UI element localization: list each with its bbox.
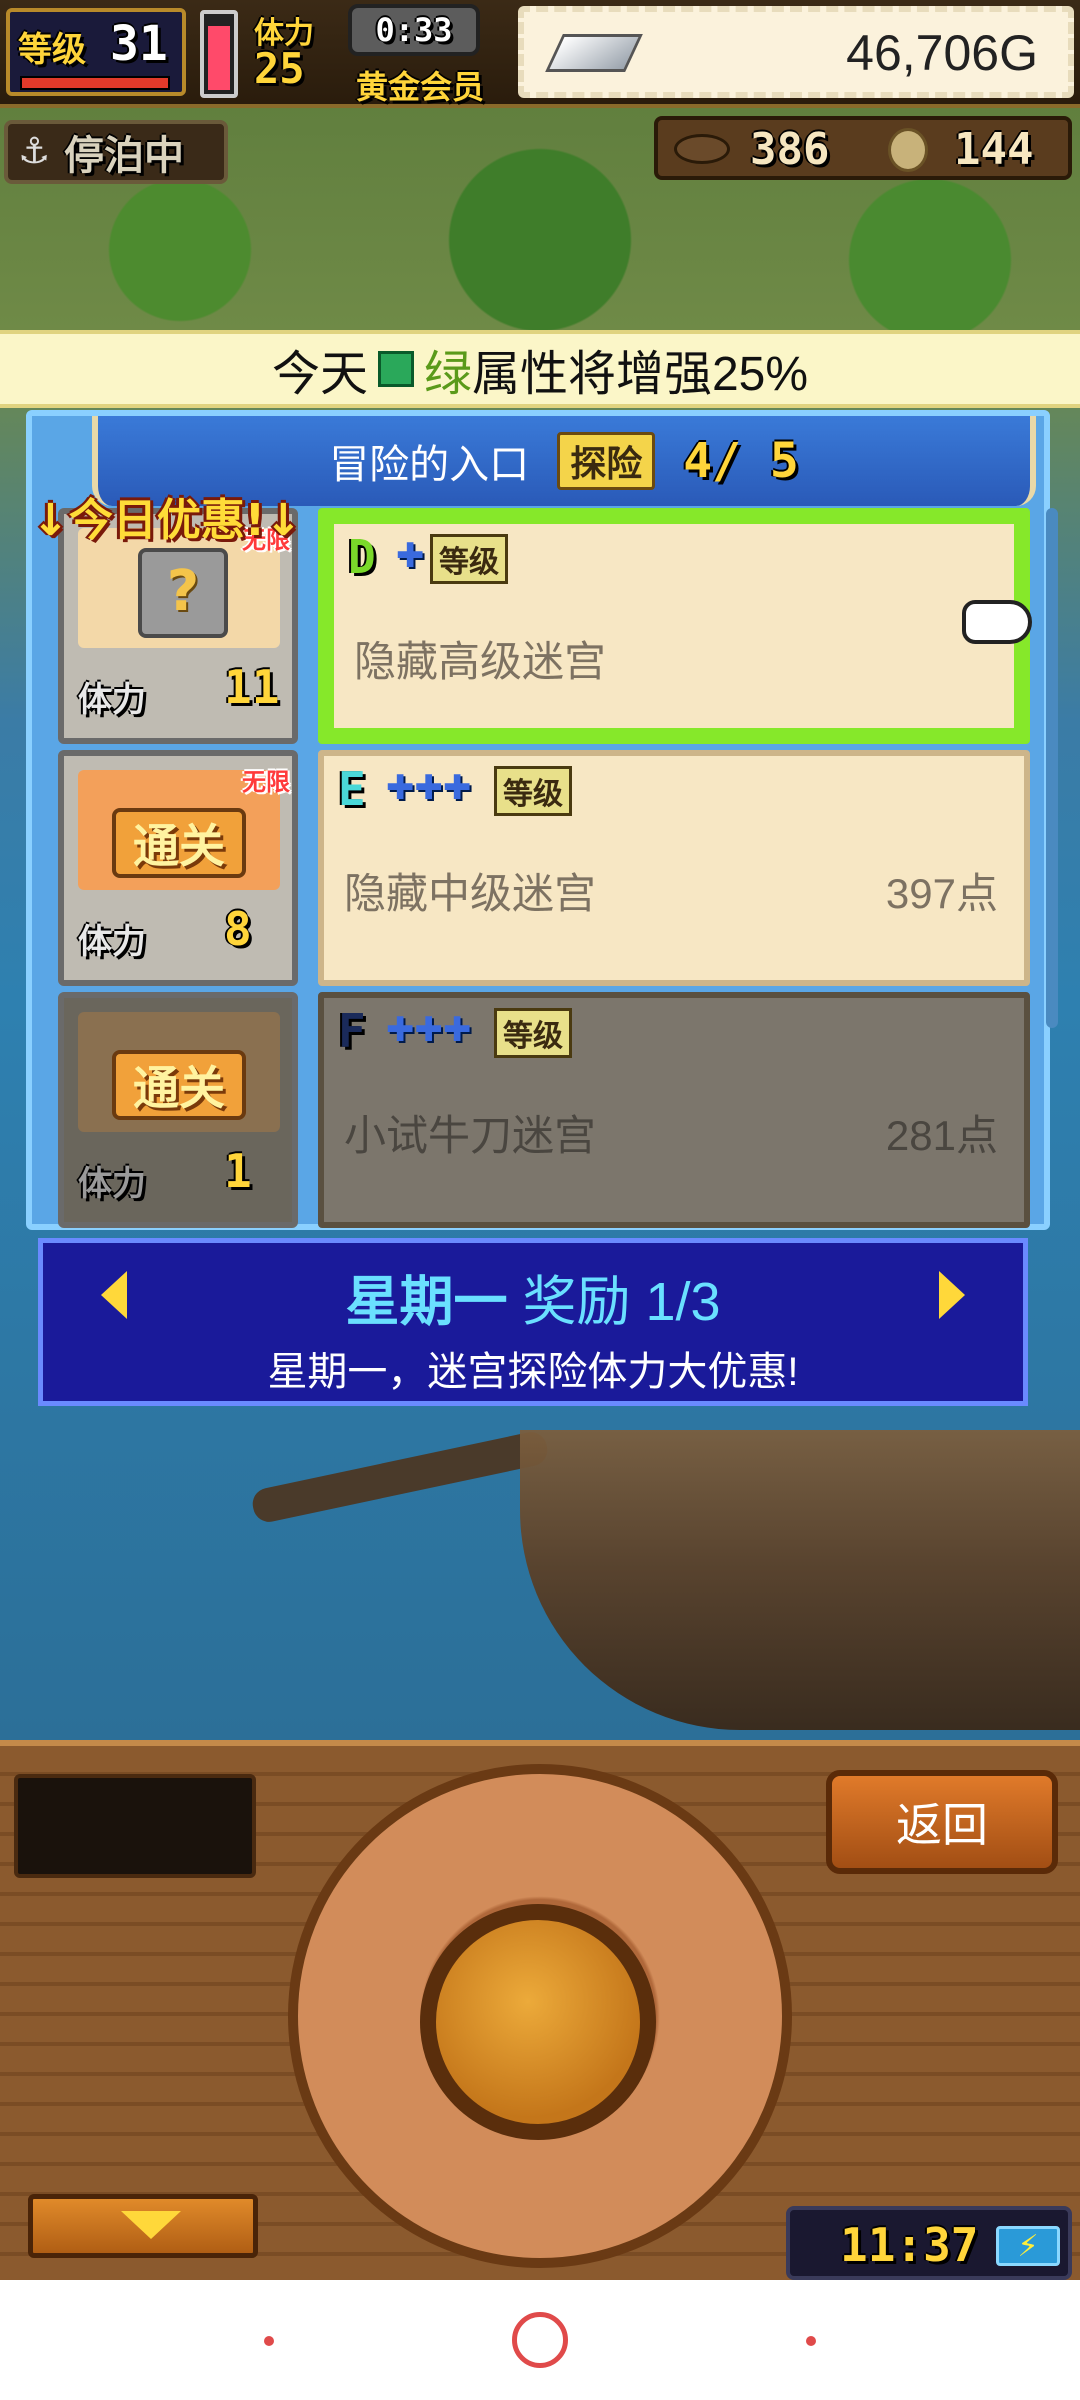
stamina-gauge xyxy=(200,10,238,98)
dungeon-info-box[interactable]: F ✚✚✚ 等级 小试牛刀迷宫 281点 xyxy=(318,992,1030,1228)
rank-plus-icons: ✚✚✚ xyxy=(386,768,472,808)
stamina-timer: 0:33 xyxy=(348,4,480,56)
dungeon-name: 小试牛刀迷宫 xyxy=(344,1112,597,1159)
rank-letter: F xyxy=(338,1004,366,1058)
dungeon-cost-box: 通关 无限 体力 8 xyxy=(58,750,298,986)
dungeon-row-beginner[interactable]: 通关 体力 1 F ✚✚✚ 等级 小试牛刀迷宫 281点 xyxy=(58,992,1042,1228)
rank-plus-icons: ✚ xyxy=(396,536,425,576)
medal-count: 144 xyxy=(954,124,1034,175)
fish-count: 386 xyxy=(750,124,830,175)
battery-charging-icon: ⚡ xyxy=(996,2226,1060,2266)
explore-count: 4/ 5 xyxy=(683,433,799,489)
clock-box: 11:37 ⚡ xyxy=(786,2206,1072,2280)
anchor-icon: ⚓ xyxy=(18,131,51,172)
pointer-hand-icon xyxy=(962,600,1032,644)
dungeon-info-box[interactable]: E ✚✚✚ 等级 隐藏中级迷宫 397点 xyxy=(318,750,1030,986)
bonus-suffix: 属性将增强25% xyxy=(471,348,809,401)
wooden-controller: 返回 11:37 ⚡ xyxy=(0,1740,1080,2280)
gold-amount: 46,706G xyxy=(846,25,1038,81)
dungeon-panel-title: 冒险的入口 xyxy=(329,443,530,487)
system-navigation-bar xyxy=(0,2280,1080,2400)
stamina-cost-label: 体力 xyxy=(78,680,146,720)
silver-bar-icon xyxy=(545,34,643,72)
resources-panel: 386 144 xyxy=(654,116,1072,180)
bonus-color-word: 绿 xyxy=(423,348,472,401)
stamina-cost-label: 体力 xyxy=(78,1164,146,1204)
level-progress-bar xyxy=(20,76,170,90)
unlimited-badge: 无限 xyxy=(242,768,290,796)
top-hud: 等级 31 体力 25 0:33 黄金会员 46,706G xyxy=(0,0,1080,108)
nav-back-button[interactable] xyxy=(806,2336,816,2346)
stamina-value: 25 xyxy=(254,44,305,93)
dungeon-points: 397点 xyxy=(885,870,998,917)
cleared-stamp: 通关 xyxy=(112,1050,246,1120)
dungeon-cost-box: 通关 体力 1 xyxy=(58,992,298,1228)
dpad-center-button[interactable] xyxy=(420,1904,656,2140)
reward-progress: 奖励 1/3 xyxy=(522,1272,721,1332)
reward-title: 星期一 奖励 1/3 xyxy=(43,1257,1023,1336)
fish-icon xyxy=(674,134,730,164)
rank-level-tag: 等级 xyxy=(430,534,508,584)
anchor-status[interactable]: ⚓ 停泊中 xyxy=(4,120,228,184)
anchor-status-label: 停泊中 xyxy=(64,133,184,179)
rank-plus-icons: ✚✚✚ xyxy=(386,1010,472,1050)
clock-value: 11:37 xyxy=(840,2218,979,2272)
scroll-down-button[interactable] xyxy=(28,2194,258,2258)
level-indicator: 等级 31 xyxy=(6,8,186,96)
gold-panel[interactable]: 46,706G xyxy=(518,6,1074,98)
stamina-cost-value: 8 xyxy=(224,902,252,956)
dungeon-list-scrollbar[interactable] xyxy=(1046,508,1058,1028)
reward-day: 星期一 xyxy=(345,1272,508,1332)
membership-label[interactable]: 黄金会员 xyxy=(356,62,484,108)
reward-description: 星期一，迷宫探险体力大优惠! xyxy=(267,1350,799,1394)
dungeon-name: 隐藏高级迷宫 xyxy=(354,638,607,685)
stamina-cost-value: 11 xyxy=(224,660,280,714)
rank-letter: D xyxy=(348,530,376,584)
medal-coin-icon xyxy=(888,128,928,172)
nav-home-button[interactable] xyxy=(512,2312,568,2368)
nav-menu-button[interactable] xyxy=(264,2336,274,2346)
level-label: 等级 xyxy=(18,30,86,70)
level-value: 31 xyxy=(110,16,168,72)
dungeon-info-box[interactable]: D ✚ 等级 隐藏高级迷宫 xyxy=(318,508,1030,744)
green-gem-icon xyxy=(377,351,414,387)
dungeon-row-hidden-intermediate[interactable]: 通关 无限 体力 8 E ✚✚✚ 等级 隐藏中级迷宫 397点 xyxy=(58,750,1042,986)
explore-badge: 探险 xyxy=(557,432,656,490)
menu-slot xyxy=(14,1774,256,1878)
todays-deal-label: ↓今日优惠!↓ xyxy=(32,495,302,546)
cleared-stamp: 通关 xyxy=(112,808,246,878)
dungeon-name: 隐藏中级迷宫 xyxy=(344,870,597,917)
rank-level-tag: 等级 xyxy=(494,1008,572,1058)
stamina-gauge-fill xyxy=(208,26,230,90)
bonus-prefix: 今天 xyxy=(271,348,368,401)
attribute-bonus-banner: 今天 绿 属性将增强25% xyxy=(0,330,1080,408)
dungeon-points: 281点 xyxy=(885,1112,998,1159)
stamina-cost-value: 1 xyxy=(224,1144,252,1198)
dungeon-entrance-panel: 冒险的入口 探险 4/ 5 ? 无限 体力 11 D ✚ 等级 隐藏高级迷宫 通… xyxy=(26,410,1058,1230)
timer-value: 0:33 xyxy=(375,11,453,49)
rank-letter: E xyxy=(338,762,366,816)
next-arrow-icon[interactable] xyxy=(939,1271,965,1319)
daily-reward-panel: 星期一 奖励 1/3 星期一，迷宫探险体力大优惠! xyxy=(38,1238,1028,1406)
mystery-chest-icon: ? xyxy=(138,548,228,638)
rank-level-tag: 等级 xyxy=(494,766,572,816)
stamina-cost-label: 体力 xyxy=(78,922,146,962)
down-arrow-icon xyxy=(121,2211,181,2239)
back-button[interactable]: 返回 xyxy=(826,1770,1058,1874)
dungeon-card: 通关 xyxy=(78,1012,280,1132)
